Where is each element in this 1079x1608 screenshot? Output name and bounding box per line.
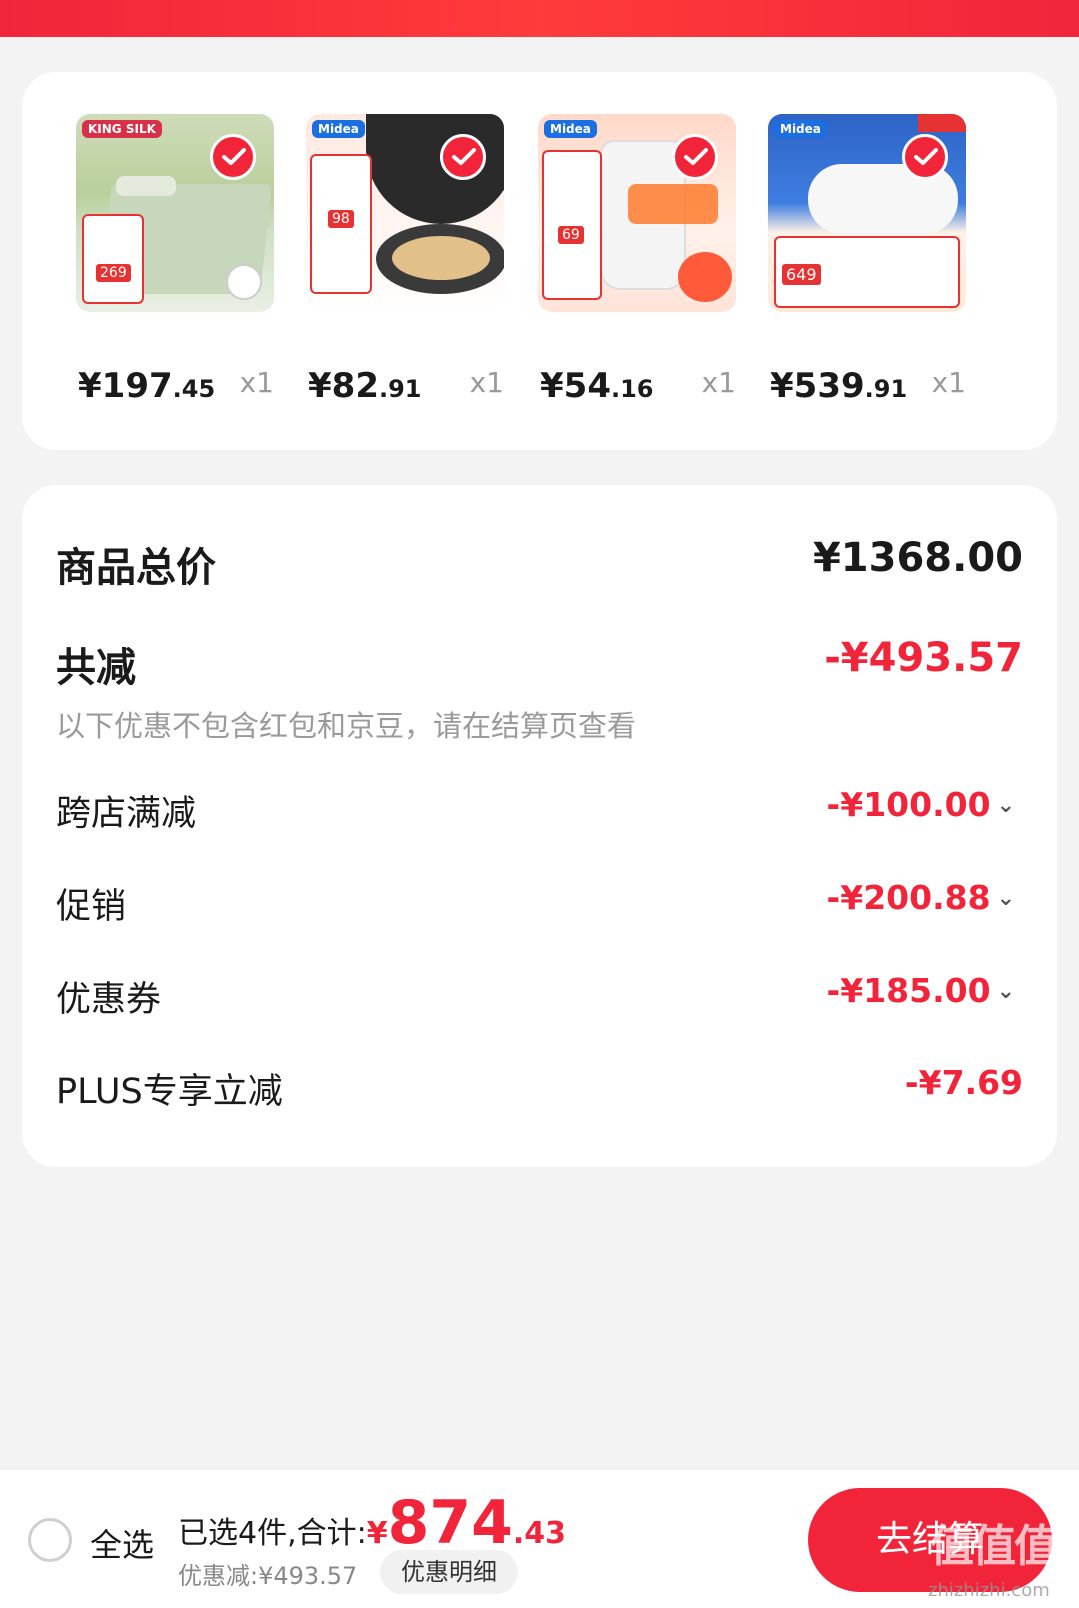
total-price-row: 商品总价 ¥1368.00 (56, 535, 1023, 591)
discount-value: -¥100.00 ⌄ (826, 785, 1015, 824)
product-quantity: x1 (931, 366, 966, 399)
select-all-radio[interactable] (28, 1518, 72, 1562)
discount-summary: 优惠减:¥493.57 (178, 1562, 358, 1590)
product-thumbnail[interactable]: Midea 649 (768, 114, 966, 312)
plus-discount-row: PLUS专享立减 -¥7.69 (56, 1063, 1023, 1112)
discount-value: -¥7.69 (904, 1063, 1023, 1102)
selected-total: 已选4件,合计:¥874.43 (178, 1488, 566, 1558)
reduction-note: 以下优惠不包含红包和京豆，请在结算页查看 (56, 703, 1023, 743)
total-currency: ¥ (366, 1516, 388, 1551)
discount-label: 跨店满减 (56, 794, 197, 834)
price-row: ¥54.16 x1 (538, 366, 738, 406)
total-reduction-value: -¥493.57 (824, 635, 1023, 681)
product-price: ¥82.91 (308, 366, 422, 406)
checked-icon[interactable] (902, 134, 948, 180)
reduction-note-text: 以下优惠不包含红包和京豆，请在结算页查看 (56, 709, 637, 743)
price-tag: 649 (782, 264, 821, 285)
price-row: ¥197.45 x1 (76, 366, 276, 406)
chevron-down-icon[interactable]: ⌄ (997, 886, 1015, 911)
top-banner (0, 0, 1079, 37)
watermark-logo: 值值值 (930, 1521, 1058, 1572)
product-item[interactable]: Midea 98 ¥82.91 x1 (306, 114, 504, 406)
product-item[interactable]: Midea 69 ¥54.16 x1 (538, 114, 736, 406)
total-price-label: 商品总价 (56, 545, 216, 591)
price-row: ¥539.91 x1 (768, 366, 968, 406)
price-summary-card: 商品总价 ¥1368.00 共减 -¥493.57 以下优惠不包含红包和京豆，请… (22, 485, 1057, 1167)
price-tag: 69 (558, 226, 584, 244)
checked-icon[interactable] (672, 134, 718, 180)
price-tag: 269 (96, 264, 131, 282)
discount-label: PLUS专享立减 (56, 1072, 283, 1112)
discount-label: 优惠券 (56, 980, 162, 1020)
product-price: ¥54.16 (540, 366, 654, 406)
product-quantity: x1 (469, 366, 504, 399)
product-item[interactable]: KING SILK 269 ¥197.45 x1 (76, 114, 274, 406)
discount-label: 促销 (56, 887, 127, 927)
total-reduction-row: 共减 -¥493.57 (56, 635, 1023, 691)
brand-badge: Midea (312, 120, 365, 138)
checkout-bar: 全选 已选4件,合计:¥874.43 优惠减:¥493.57 优惠明细 去结算 (0, 1470, 1079, 1608)
product-item[interactable]: Midea 649 ¥539.91 x1 (768, 114, 966, 406)
price-tag: 98 (328, 210, 354, 228)
promotion-discount-row[interactable]: 促销 -¥200.88 ⌄ (56, 878, 1023, 927)
total-amount-int: 874 (387, 1488, 513, 1558)
discount-detail-button[interactable]: 优惠明细 (380, 1550, 518, 1594)
chevron-down-icon[interactable]: ⌄ (997, 979, 1015, 1004)
discount-value: -¥200.88 ⌄ (826, 878, 1015, 917)
product-quantity: x1 (701, 366, 736, 399)
discount-value: -¥185.00 ⌄ (826, 971, 1015, 1010)
select-all-label[interactable]: 全选 (90, 1520, 154, 1566)
total-reduction-label: 共减 (56, 645, 136, 691)
chevron-down-icon[interactable]: ⌄ (997, 793, 1015, 818)
product-price: ¥197.45 (78, 366, 216, 406)
brand-badge: Midea (774, 120, 827, 138)
price-row: ¥82.91 x1 (306, 366, 506, 406)
brand-badge: Midea (544, 120, 597, 138)
checked-icon[interactable] (210, 134, 256, 180)
watermark-site: zhizhizhi.com (928, 1580, 1050, 1601)
product-thumbnail[interactable]: KING SILK 269 (76, 114, 274, 312)
total-amount-dec: .43 (512, 1516, 567, 1551)
cross-store-discount-row[interactable]: 跨店满减 -¥100.00 ⌄ (56, 785, 1023, 834)
product-price: ¥539.91 (770, 366, 908, 406)
product-thumbnail[interactable]: Midea 98 (306, 114, 504, 312)
coupon-discount-row[interactable]: 优惠券 -¥185.00 ⌄ (56, 971, 1023, 1020)
brand-badge: KING SILK (82, 120, 162, 138)
total-price-value: ¥1368.00 (812, 535, 1023, 581)
selected-count-label: 已选4件,合计: (178, 1516, 367, 1551)
product-quantity: x1 (239, 366, 274, 399)
selected-products-card: KING SILK 269 ¥197.45 x1 Midea 98 ¥82.91… (22, 72, 1057, 450)
product-thumbnail[interactable]: Midea 69 (538, 114, 736, 312)
checked-icon[interactable] (440, 134, 486, 180)
